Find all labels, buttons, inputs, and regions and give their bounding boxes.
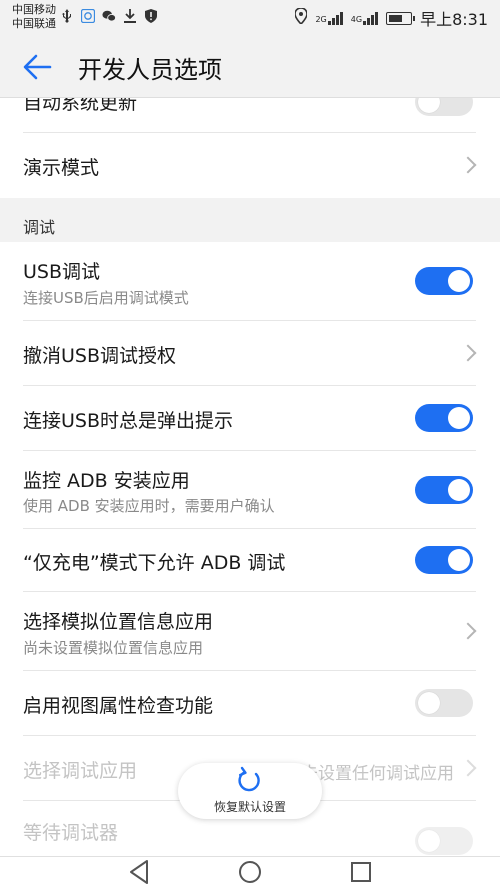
battery-icon bbox=[386, 11, 416, 25]
refresh-icon bbox=[234, 766, 264, 796]
download-icon bbox=[123, 9, 137, 23]
toggle-knob bbox=[418, 692, 440, 714]
section-title: 调试 bbox=[23, 218, 56, 237]
item-label: 撤消USB调试授权 bbox=[23, 345, 177, 367]
battery-level bbox=[389, 14, 403, 22]
item-label: 选择模拟位置信息应用 bbox=[23, 611, 214, 633]
restore-defaults-button[interactable]: 恢复默认设置 bbox=[178, 763, 322, 819]
list-item-charge-only-adb[interactable]: “仅充电”模式下允许 ADB 调试 bbox=[0, 529, 500, 591]
toggle-knob bbox=[448, 270, 470, 292]
toggle-knob bbox=[448, 549, 470, 571]
toggle-knob bbox=[448, 479, 470, 501]
usb-debugging-toggle[interactable] bbox=[415, 267, 473, 295]
item-label: “仅充电”模式下允许 ADB 调试 bbox=[23, 552, 286, 574]
list-item-view-attr[interactable]: 启用视图属性检查功能 bbox=[0, 671, 500, 735]
section-header-debug: 调试 bbox=[0, 198, 500, 242]
settings-list[interactable]: 自动系统更新 演示模式 调试 USB调试 连接USB后启用调试模式 撤消USB调… bbox=[0, 98, 500, 856]
list-item-usb-debugging[interactable]: USB调试 连接USB后启用调试模式 bbox=[0, 242, 500, 320]
item-label: 自动系统更新 bbox=[23, 98, 138, 114]
item-label: 等待调试器 bbox=[23, 822, 119, 844]
monitor-adb-toggle[interactable] bbox=[415, 476, 473, 504]
location-icon bbox=[294, 7, 309, 28]
toggle-knob bbox=[418, 830, 440, 852]
chevron-right-icon bbox=[459, 344, 477, 362]
item-label: USB调试 bbox=[23, 261, 101, 283]
list-item-mock-location[interactable]: 选择模拟位置信息应用 尚未设置模拟位置信息应用 bbox=[0, 592, 500, 670]
status-right: 2G 4G 早上8:31 bbox=[294, 6, 488, 30]
list-item-auto-update[interactable]: 自动系统更新 bbox=[0, 98, 500, 132]
carrier-labels: 中国移动 中国联通 bbox=[12, 3, 56, 31]
auto-update-toggle[interactable] bbox=[415, 98, 473, 116]
arrow-left-icon[interactable] bbox=[20, 50, 54, 84]
item-value: 未设置任何调试应用 bbox=[301, 764, 454, 784]
system-nav-bar bbox=[0, 856, 500, 888]
item-label: 连接USB时总是弹出提示 bbox=[23, 410, 234, 432]
app-bar: 开发人员选项 bbox=[0, 36, 500, 98]
item-label: 演示模式 bbox=[23, 157, 100, 179]
chevron-right-icon bbox=[459, 156, 477, 174]
item-subtitle: 尚未设置模拟位置信息应用 bbox=[23, 639, 204, 657]
nav-back-icon[interactable] bbox=[109, 857, 169, 888]
nav-recents-icon[interactable] bbox=[331, 857, 391, 888]
notification-icons bbox=[60, 9, 158, 23]
item-label: 选择调试应用 bbox=[23, 760, 138, 782]
chevron-right-icon bbox=[459, 759, 477, 777]
usb-icon bbox=[60, 9, 74, 23]
signal-icon: 2G bbox=[315, 11, 343, 25]
toggle-knob bbox=[448, 407, 470, 429]
list-item-monitor-adb[interactable]: 监控 ADB 安装应用 使用 ADB 安装应用时，需要用户确认 bbox=[0, 451, 500, 528]
wait-debugger-toggle[interactable] bbox=[415, 827, 473, 855]
list-item-usb-prompt[interactable]: 连接USB时总是弹出提示 bbox=[0, 386, 500, 450]
item-subtitle: 连接USB后启用调试模式 bbox=[23, 289, 189, 307]
usb-prompt-toggle[interactable] bbox=[415, 404, 473, 432]
list-item-demo-mode[interactable]: 演示模式 bbox=[0, 133, 500, 198]
item-label: 启用视图属性检查功能 bbox=[23, 695, 214, 717]
page-title: 开发人员选项 bbox=[78, 56, 222, 84]
item-label: 监控 ADB 安装应用 bbox=[23, 470, 190, 492]
list-item-revoke-usb[interactable]: 撤消USB调试授权 bbox=[0, 321, 500, 385]
carrier-2: 中国联通 bbox=[12, 17, 56, 30]
charge-only-adb-toggle[interactable] bbox=[415, 546, 473, 574]
restore-defaults-label: 恢复默认设置 bbox=[213, 800, 286, 814]
view-attr-toggle[interactable] bbox=[415, 689, 473, 717]
item-subtitle: 使用 ADB 安装应用时，需要用户确认 bbox=[23, 497, 275, 515]
toggle-knob bbox=[418, 98, 440, 113]
nav-home-icon[interactable] bbox=[220, 857, 280, 888]
app-icon bbox=[81, 9, 95, 23]
carrier-1: 中国移动 bbox=[12, 3, 56, 16]
clock: 早上8:31 bbox=[420, 10, 488, 29]
shield-icon bbox=[144, 9, 158, 23]
chevron-right-icon bbox=[459, 622, 477, 640]
signal-icon-2: 4G bbox=[351, 11, 379, 25]
status-bar: 中国移动 中国联通 2G 4G 早上8:31 bbox=[0, 0, 500, 36]
wechat-icon bbox=[102, 9, 116, 23]
